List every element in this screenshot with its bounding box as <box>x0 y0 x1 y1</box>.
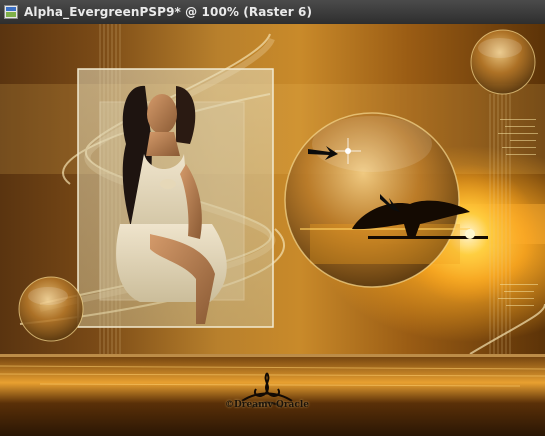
image-canvas[interactable]: ©Dreamv Oracle <box>0 24 545 436</box>
small-glass-sphere-top <box>470 29 536 95</box>
watermark-text: ©Dreamv Oracle <box>224 400 310 410</box>
small-glass-sphere-left <box>18 276 84 342</box>
document-window: Alpha_EvergreenPSP9* @ 100% (Raster 6) ©… <box>0 0 545 436</box>
title-bar[interactable]: Alpha_EvergreenPSP9* @ 100% (Raster 6) <box>0 0 545 25</box>
window-title: Alpha_EvergreenPSP9* @ 100% (Raster 6) <box>24 5 313 19</box>
psp-document-icon <box>4 5 18 19</box>
